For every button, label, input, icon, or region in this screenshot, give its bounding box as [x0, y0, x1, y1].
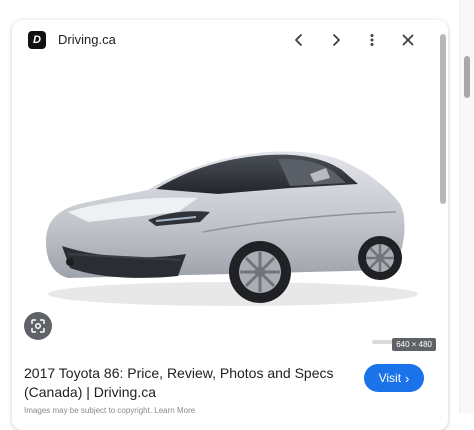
- site-name[interactable]: Driving.ca: [58, 32, 116, 47]
- car-image: [46, 151, 418, 306]
- image-title-link[interactable]: 2017 Toyota 86: Price, Review, Photos an…: [24, 364, 344, 402]
- image-dimensions-badge: 640 × 480: [392, 338, 436, 351]
- visit-chevron: ›: [405, 370, 410, 386]
- preview-image[interactable]: [28, 62, 420, 354]
- chevron-right-icon: [333, 34, 340, 46]
- page-scrollbar-thumb[interactable]: [464, 56, 470, 98]
- visit-button[interactable]: Visit ›: [364, 364, 424, 392]
- panel-scrollbar[interactable]: [440, 34, 446, 204]
- chevron-left-icon: [295, 34, 302, 46]
- google-lens-button[interactable]: [24, 312, 52, 340]
- visit-label: Visit: [378, 371, 402, 385]
- site-logo-letter: D: [33, 34, 41, 46]
- more-options-button[interactable]: [360, 28, 384, 52]
- more-vert-icon: [370, 34, 374, 46]
- copyright-notice: Images may be subject to copyright. Lear…: [24, 406, 196, 415]
- image-preview-panel: D Driving.ca 640 × 480 2017 Toyota 86: P…: [12, 20, 448, 430]
- close-icon: [402, 34, 414, 46]
- site-logo[interactable]: D: [28, 31, 46, 49]
- panel-header: D Driving.ca: [12, 20, 448, 60]
- next-button[interactable]: [324, 28, 348, 52]
- previous-button[interactable]: [287, 28, 311, 52]
- close-button[interactable]: [396, 28, 420, 52]
- page-scrollbar[interactable]: [459, 0, 474, 413]
- google-lens-icon: [31, 319, 45, 333]
